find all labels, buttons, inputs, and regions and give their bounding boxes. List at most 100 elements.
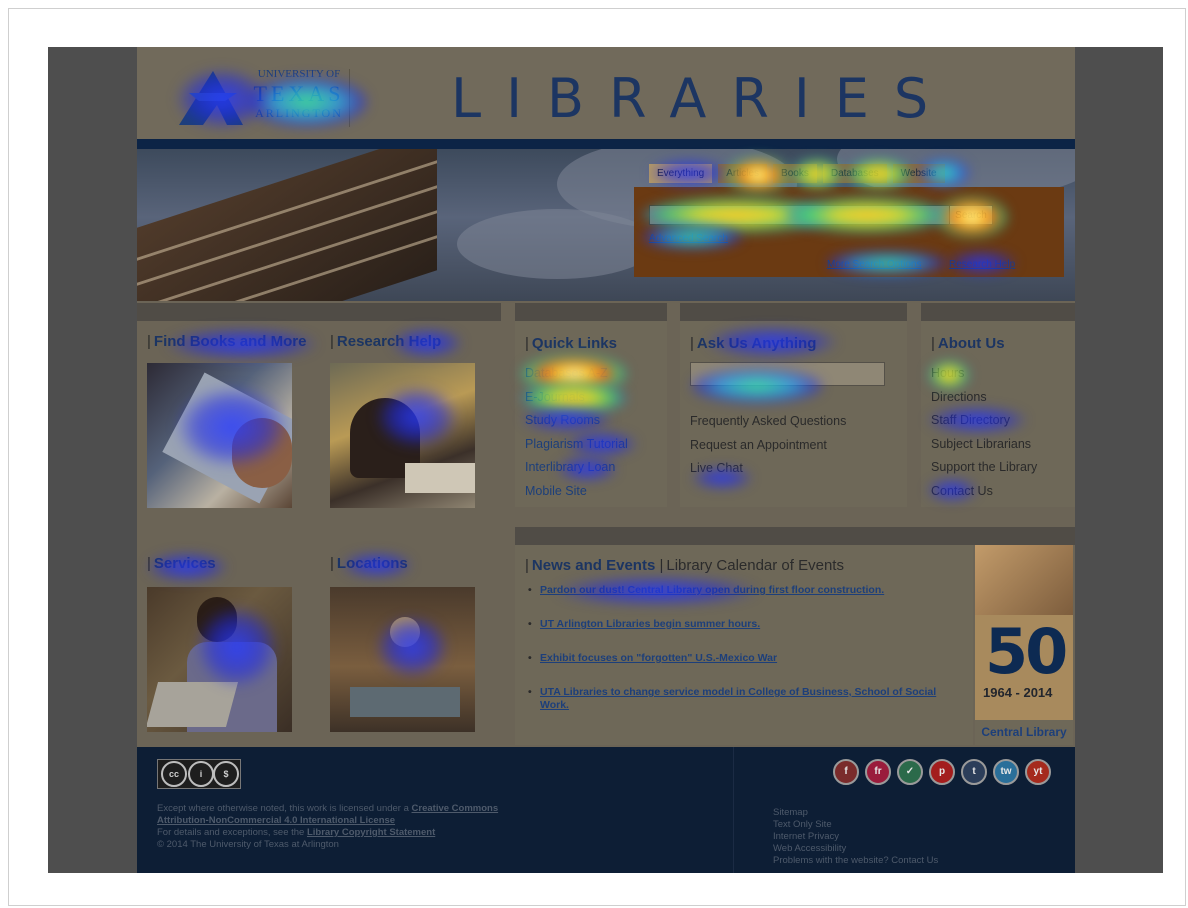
wordmark-line2: TEXAS — [253, 81, 345, 106]
libraries-title[interactable]: LIBRARIES — [451, 67, 953, 130]
nc-icon: $ — [213, 761, 239, 787]
footer-divider — [733, 747, 734, 873]
uta-wordmark[interactable]: UNIVERSITY OF TEXAS ARLINGTON — [249, 67, 349, 121]
search-panel: Search Advanced Search More Search Optio… — [634, 187, 1064, 277]
staff-directory-link[interactable]: Staff Directory — [931, 409, 1037, 433]
accessibility-link[interactable]: Web Accessibility — [773, 843, 938, 855]
research-help-heading[interactable]: Research Help — [337, 333, 441, 350]
ask-links-list: Frequently Asked Questions Request an Ap… — [690, 410, 885, 481]
advanced-search-link[interactable]: Advanced Search — [649, 233, 728, 244]
license-prefix: Except where otherwise noted, this work … — [157, 803, 409, 814]
anniversary-years: 1964 - 2014 — [983, 685, 1053, 700]
news-item[interactable]: UTA Libraries to change service model in… — [525, 686, 965, 712]
calendar-link[interactable]: Library Calendar of Events — [666, 557, 844, 574]
library-homepage: UNIVERSITY OF TEXAS ARLINGTON LIBRARIES … — [137, 47, 1075, 873]
library-interior-photo[interactable] — [330, 587, 475, 732]
search-input[interactable] — [649, 205, 953, 225]
live-chat-link[interactable]: Live Chat — [690, 457, 885, 481]
tumblr-icon[interactable]: t — [961, 759, 987, 785]
news-heading: News and Events — [531, 557, 656, 574]
about-us-heading: About Us — [937, 335, 1005, 352]
foursquare-icon[interactable]: ✓ — [897, 759, 923, 785]
directions-link[interactable]: Directions — [931, 386, 1037, 410]
details-prefix: For details and exceptions, see the — [157, 827, 305, 838]
news-item[interactable]: Exhibit focuses on "forgotten" U.S.-Mexi… — [525, 652, 965, 665]
research-help-link[interactable]: Research Help — [949, 259, 1015, 270]
facebook-icon[interactable]: f — [833, 759, 859, 785]
footer-links: Sitemap Text Only Site Internet Privacy … — [773, 807, 938, 867]
news-item[interactable]: UT Arlington Libraries begin summer hour… — [525, 618, 965, 631]
quick-link-study-rooms[interactable]: Study Rooms — [525, 409, 628, 433]
quick-link-plagiarism[interactable]: Plagiarism Tutorial — [525, 433, 628, 457]
section-band-news — [515, 527, 1075, 545]
sitemap-link[interactable]: Sitemap — [773, 807, 938, 819]
tab-everything[interactable]: Everything — [649, 164, 713, 183]
news-list: Pardon our dust! Central Library open du… — [525, 584, 965, 712]
student-studying-photo[interactable] — [330, 363, 475, 508]
tab-website[interactable]: Website — [892, 164, 945, 183]
creative-commons-badge[interactable]: cc i $ — [157, 759, 241, 789]
copyright-statement-link[interactable]: Library Copyright Statement — [307, 827, 435, 838]
quick-link-mobile[interactable]: Mobile Site — [525, 480, 628, 504]
tab-databases[interactable]: Databases — [822, 164, 887, 183]
website-problems-link[interactable]: Problems with the website? Contact Us — [773, 855, 938, 867]
hours-link[interactable]: Hours — [931, 362, 1037, 386]
text-only-link[interactable]: Text Only Site — [773, 819, 938, 831]
news-panel: | News and Events | Library Calendar of Ev… — [515, 545, 973, 745]
cc-icon: cc — [161, 761, 187, 787]
heatmap-stage: UNIVERSITY OF TEXAS ARLINGTON LIBRARIES … — [48, 47, 1163, 873]
section-band-quick — [515, 303, 667, 321]
ask-us-panel: | Ask Us Anything Frequently Asked Questi… — [680, 321, 907, 507]
quick-links-heading: Quick Links — [531, 335, 617, 352]
wordmark-line1: UNIVERSITY OF — [257, 68, 341, 80]
hero-banner: Everything Articles Books Databases Webs… — [137, 149, 1075, 301]
search-tabs: Everything Articles Books Databases Webs… — [649, 164, 945, 183]
wordmark-line3: ARLINGTON — [255, 106, 343, 120]
faq-link[interactable]: Frequently Asked Questions — [690, 410, 885, 434]
services-tile[interactable]: | Services — [147, 555, 216, 582]
quick-links-panel: | Quick Links Databases A-Z E-Journals St… — [515, 321, 667, 507]
privacy-link[interactable]: Internet Privacy — [773, 831, 938, 843]
more-search-options-link[interactable]: More Search Options — [827, 259, 922, 270]
tablet-photo[interactable] — [147, 363, 292, 508]
services-heading[interactable]: Services — [154, 555, 216, 572]
find-books-tile[interactable]: | Find Books and More — [147, 333, 306, 360]
research-help-tile[interactable]: | Research Help — [330, 333, 441, 360]
quick-link-databases[interactable]: Databases A-Z — [525, 362, 628, 386]
contact-us-link[interactable]: Contact Us — [931, 480, 1037, 504]
news-item[interactable]: Pardon our dust! Central Library open du… — [525, 584, 965, 597]
anniversary-label: Central Library — [975, 720, 1073, 745]
find-books-heading[interactable]: Find Books and More — [154, 333, 307, 350]
section-band-left — [137, 303, 501, 321]
tab-articles[interactable]: Articles — [718, 164, 768, 183]
subject-librarians-link[interactable]: Subject Librarians — [931, 433, 1037, 457]
quick-link-ejournals[interactable]: E-Journals — [525, 386, 628, 410]
locations-tile[interactable]: | Locations — [330, 555, 408, 582]
uta-star-logo-icon — [179, 71, 243, 125]
pinterest-icon[interactable]: p — [929, 759, 955, 785]
support-library-link[interactable]: Support the Library — [931, 456, 1037, 480]
section-band-ask — [680, 303, 907, 321]
ask-us-heading[interactable]: Ask Us Anything — [697, 335, 816, 352]
anniversary-number: 50 — [985, 615, 1068, 688]
youtube-icon[interactable]: yt — [1025, 759, 1051, 785]
locations-heading[interactable]: Locations — [337, 555, 408, 572]
quick-links-list: Databases A-Z E-Journals Study Rooms Pla… — [525, 362, 628, 503]
footer: cc i $ Except where otherwise noted, thi… — [137, 747, 1075, 873]
request-appointment-link[interactable]: Request an Appointment — [690, 434, 885, 458]
student-laptop-photo[interactable] — [147, 587, 292, 732]
about-us-panel: | About Us Hours Directions Staff Directo… — [921, 321, 1075, 507]
logo-divider — [349, 69, 350, 127]
flickr-icon[interactable]: fr — [865, 759, 891, 785]
quick-link-ill[interactable]: Interlibrary Loan — [525, 456, 628, 480]
section-band-about — [921, 303, 1075, 321]
about-links-list: Hours Directions Staff Directory Subject… — [931, 362, 1037, 503]
license-text: Except where otherwise noted, this work … — [157, 803, 537, 851]
masthead: UNIVERSITY OF TEXAS ARLINGTON LIBRARIES — [137, 47, 1075, 139]
central-library-50-banner[interactable]: 50 1964 - 2014 Central Library — [975, 545, 1073, 745]
tab-books[interactable]: Books — [773, 164, 817, 183]
twitter-icon[interactable]: tw — [993, 759, 1019, 785]
search-button[interactable]: Search — [949, 205, 993, 225]
copyright-text: © 2014 The University of Texas at Arling… — [157, 839, 339, 850]
ask-question-input[interactable] — [690, 362, 885, 386]
